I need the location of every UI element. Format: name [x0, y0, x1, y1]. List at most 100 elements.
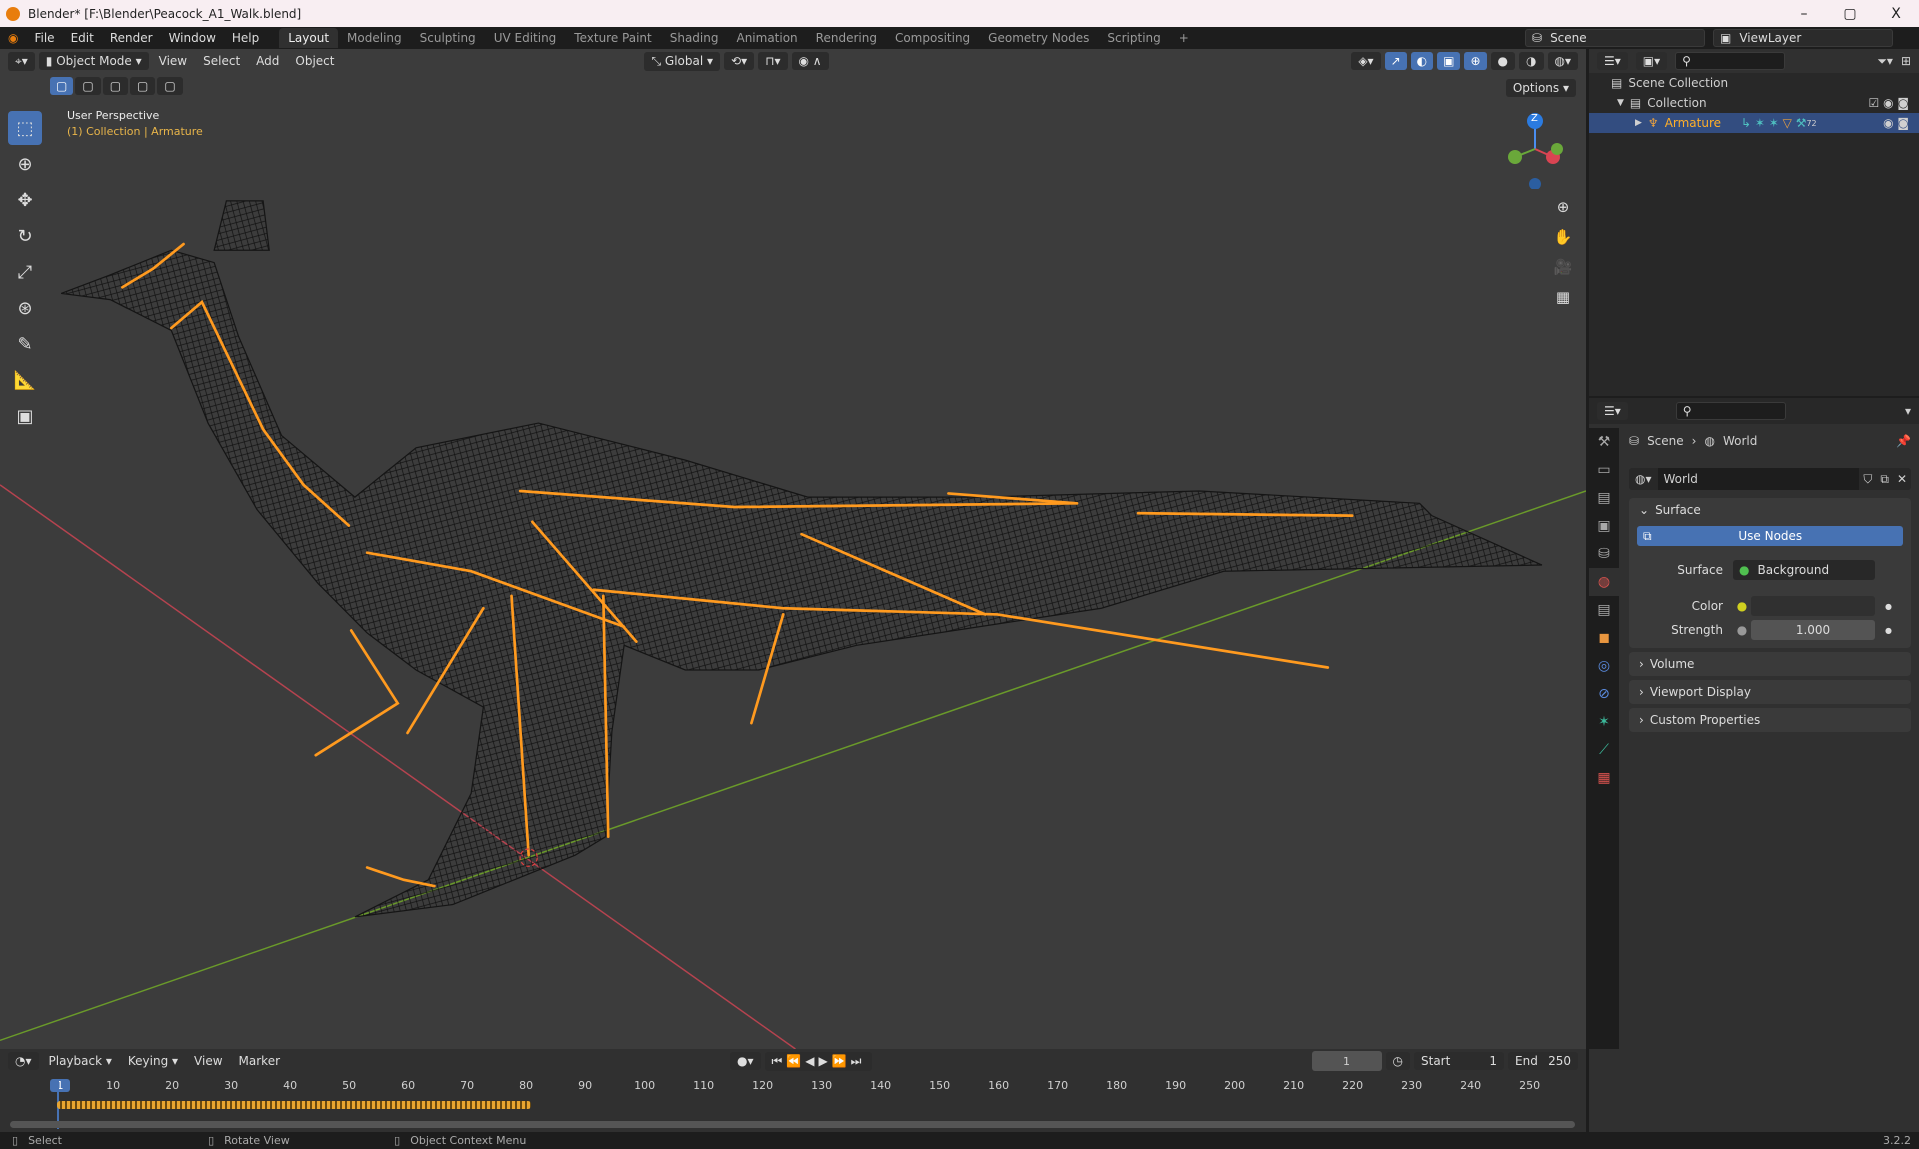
- use-nodes-button[interactable]: ⧉ Use Nodes: [1637, 526, 1903, 546]
- menu-render[interactable]: Render: [102, 31, 161, 45]
- options-dropdown[interactable]: Options ▾: [1505, 79, 1576, 97]
- strength-socket-icon[interactable]: ●: [1733, 623, 1751, 637]
- measure-tool[interactable]: 📐: [8, 363, 42, 397]
- tab-scripting[interactable]: Scripting: [1098, 28, 1169, 48]
- tab-sculpting[interactable]: Sculpting: [411, 28, 485, 48]
- visibility-icons[interactable]: ◉ ◙: [1883, 116, 1909, 130]
- color-swatch[interactable]: [1751, 596, 1875, 616]
- outliner-item-scene-collection[interactable]: ▤ Scene Collection: [1589, 73, 1919, 93]
- move-tool[interactable]: ✥: [8, 183, 42, 217]
- select-box-tool[interactable]: ⬚: [8, 111, 42, 145]
- select-invert-icon[interactable]: ▢: [130, 77, 156, 95]
- color-socket-icon[interactable]: ●: [1733, 599, 1751, 613]
- add-cube-tool[interactable]: ▣: [8, 399, 42, 433]
- new-collection-icon[interactable]: ⊞: [1901, 54, 1911, 68]
- tab-modeling[interactable]: Modeling: [338, 28, 411, 48]
- mode-dropdown[interactable]: ▮ Object Mode ▾: [38, 52, 149, 70]
- filter-view-layer-button[interactable]: ▣▾: [1635, 52, 1668, 70]
- world-name-field[interactable]: World: [1657, 468, 1860, 490]
- navigation-gizmo[interactable]: Z: [1500, 109, 1570, 190]
- close-button[interactable]: X: [1873, 6, 1919, 22]
- proportional-editing-button[interactable]: ◉ ∧: [791, 52, 829, 70]
- tab-compositing[interactable]: Compositing: [886, 28, 979, 48]
- pan-hand-icon[interactable]: ✋: [1550, 224, 1576, 250]
- xray-toggle[interactable]: ▣: [1437, 52, 1461, 70]
- keyframe-strip[interactable]: [57, 1101, 531, 1109]
- transform-orientation-dropdown[interactable]: ⤡ Global ▾: [644, 51, 721, 71]
- pin-icon[interactable]: 📌: [1896, 434, 1911, 448]
- editor-type-button[interactable]: ⌖▾: [8, 51, 35, 71]
- menu-add[interactable]: Add: [250, 54, 285, 68]
- menu-view[interactable]: View: [153, 54, 193, 68]
- outliner-item-collection[interactable]: ▼ ▤ Collection ☑ ◉ ◙: [1589, 93, 1919, 113]
- viewport-display-panel-header[interactable]: › Viewport Display: [1629, 680, 1911, 704]
- scene-selector[interactable]: ⛁ Scene: [1525, 29, 1705, 47]
- shading-wireframe-button[interactable]: ⊕: [1464, 52, 1487, 70]
- zoom-icon[interactable]: ⊕: [1550, 194, 1576, 220]
- view-layer-selector[interactable]: ▣ ViewLayer: [1713, 29, 1893, 47]
- duplicate-icon[interactable]: ⧉: [1876, 472, 1893, 487]
- world-browse-icon[interactable]: ◍▾: [1629, 472, 1658, 486]
- menu-edit[interactable]: Edit: [63, 31, 102, 45]
- tab-rendering[interactable]: Rendering: [807, 28, 886, 48]
- end-frame-field[interactable]: End 250: [1508, 1052, 1578, 1070]
- shading-rendered-button[interactable]: ◍▾: [1547, 52, 1578, 70]
- tab-uv-editing[interactable]: UV Editing: [485, 28, 566, 48]
- world-selector[interactable]: ◍▾ World ⛉ ⧉ ✕: [1629, 468, 1911, 490]
- menu-view[interactable]: View: [188, 1054, 228, 1068]
- keyframe-dot-icon[interactable]: ●: [1885, 602, 1892, 611]
- annotate-tool[interactable]: ✎: [8, 327, 42, 361]
- filter-icon[interactable]: ⏷▾: [1877, 54, 1893, 69]
- minimize-button[interactable]: –: [1781, 6, 1827, 22]
- menu-marker[interactable]: Marker: [233, 1054, 286, 1068]
- outliner-item-armature[interactable]: ▶ ♆ Armature ↳ ✶ ✶ ▽ ⚒ 72 ◉ ◙: [1589, 113, 1919, 133]
- properties-editor-type-button[interactable]: ☰▾: [1597, 402, 1628, 420]
- visibility-icons[interactable]: ☑ ◉ ◙: [1869, 96, 1910, 110]
- maximize-button[interactable]: ▢: [1827, 6, 1873, 22]
- expand-arrow-icon[interactable]: ▶: [1635, 118, 1642, 128]
- options-chevron-icon[interactable]: ▾: [1905, 404, 1911, 418]
- add-workspace-button[interactable]: +: [1170, 28, 1198, 48]
- volume-panel-header[interactable]: › Volume: [1629, 652, 1911, 676]
- menu-file[interactable]: File: [26, 31, 62, 45]
- select-intersect-icon[interactable]: ▢: [157, 77, 183, 95]
- expand-arrow-icon[interactable]: ▼: [1617, 98, 1624, 108]
- gizmo-toggle[interactable]: ↗: [1384, 52, 1407, 70]
- tab-geometry-nodes[interactable]: Geometry Nodes: [979, 28, 1098, 48]
- tab-texture-paint[interactable]: Texture Paint: [565, 28, 660, 48]
- timeline-scrollbar[interactable]: [10, 1121, 1575, 1128]
- frame-ruler[interactable]: 1 10 20 30 40 50 60 70 80 90 100 110 120 130 140 150 160…: [0, 1079, 1586, 1097]
- blender-menu-icon[interactable]: ◉: [0, 31, 26, 45]
- tool-tab-icon[interactable]: ⚒: [1589, 428, 1619, 456]
- texture-tab-icon[interactable]: ▦: [1589, 764, 1619, 792]
- select-new-icon[interactable]: ▢: [50, 77, 74, 95]
- select-extend-icon[interactable]: ▢: [75, 77, 101, 95]
- bone-tab-icon[interactable]: ⟋: [1589, 736, 1619, 764]
- outliner-search-input[interactable]: ⚲: [1675, 52, 1786, 70]
- rotate-tool[interactable]: ↻: [8, 219, 42, 253]
- display-mode-button[interactable]: ☰▾: [1597, 52, 1628, 70]
- snap-button[interactable]: ⊓▾: [758, 52, 788, 70]
- auto-keying-button[interactable]: ●▾: [730, 1052, 761, 1070]
- keyframe-dot-icon[interactable]: ●: [1885, 626, 1892, 635]
- shading-solid-button[interactable]: ●: [1490, 52, 1516, 70]
- menu-help[interactable]: Help: [224, 31, 267, 45]
- menu-select[interactable]: Select: [197, 54, 246, 68]
- surface-panel-header[interactable]: ⌄ Surface: [1629, 498, 1911, 522]
- pivot-point-button[interactable]: ⟲▾: [724, 52, 755, 70]
- playback-controls[interactable]: ⏮⏪◀▶⏩⏭: [764, 1051, 873, 1071]
- strength-field[interactable]: 1.000: [1751, 620, 1875, 640]
- tab-shading[interactable]: Shading: [661, 28, 728, 48]
- visibility-button[interactable]: ◈▾: [1351, 52, 1381, 70]
- fake-user-icon[interactable]: ⛉: [1859, 472, 1876, 487]
- transform-tool[interactable]: ⊛: [8, 291, 42, 325]
- timeline-editor-type-button[interactable]: ◔▾: [8, 1052, 39, 1070]
- menu-object[interactable]: Object: [289, 54, 340, 68]
- menu-playback[interactable]: Playback ▾: [43, 1054, 118, 1068]
- tab-animation[interactable]: Animation: [727, 28, 806, 48]
- menu-keying[interactable]: Keying ▾: [122, 1054, 184, 1068]
- menu-window[interactable]: Window: [161, 31, 224, 45]
- render-tab-icon[interactable]: ▭: [1589, 456, 1619, 484]
- camera-view-icon[interactable]: 🎥: [1550, 254, 1576, 280]
- current-frame-field[interactable]: 1: [1311, 1051, 1382, 1071]
